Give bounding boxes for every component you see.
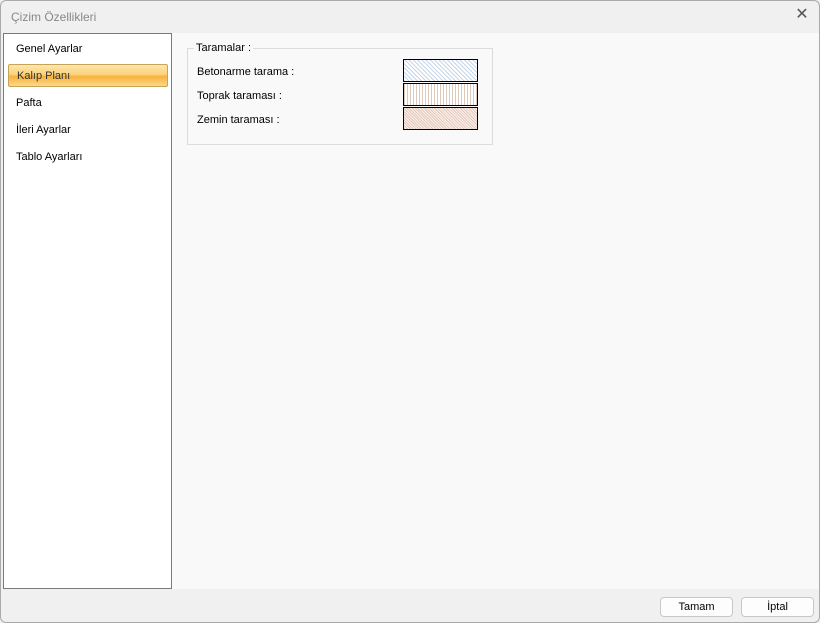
taramalar-group: Taramalar : Betonarme tarama : Toprak ta…: [187, 42, 493, 145]
zemin-label: Zemin taraması :: [197, 114, 280, 126]
betonarme-label: Betonarme tarama :: [197, 66, 295, 78]
content-panel: Taramalar : Betonarme tarama : Toprak ta…: [172, 33, 819, 589]
toprak-label: Toprak taraması :: [197, 90, 282, 102]
cancel-button[interactable]: İptal: [741, 597, 814, 617]
window-title: Çizim Özellikleri: [11, 10, 97, 24]
group-title: Taramalar :: [194, 42, 254, 54]
toprak-hatch-swatch[interactable]: [403, 83, 478, 106]
dialog-window: Çizim Özellikleri ✕ Genel Ayarlar Kalıp …: [0, 0, 820, 623]
sidebar-item-tablo-ayarlari[interactable]: Tablo Ayarları: [8, 146, 168, 169]
sidebar-item-kalip-plani[interactable]: Kalıp Planı: [8, 64, 168, 87]
zemin-hatch-swatch[interactable]: [403, 107, 478, 130]
sidebar-item-genel-ayarlar[interactable]: Genel Ayarlar: [8, 38, 168, 61]
betonarme-hatch-swatch[interactable]: [403, 59, 478, 82]
close-icon[interactable]: ✕: [793, 6, 811, 24]
ok-button[interactable]: Tamam: [660, 597, 733, 617]
sidebar-item-pafta[interactable]: Pafta: [8, 92, 168, 115]
sidebar: Genel Ayarlar Kalıp Planı Pafta İleri Ay…: [3, 33, 172, 589]
sidebar-item-ileri-ayarlar[interactable]: İleri Ayarlar: [8, 119, 168, 142]
